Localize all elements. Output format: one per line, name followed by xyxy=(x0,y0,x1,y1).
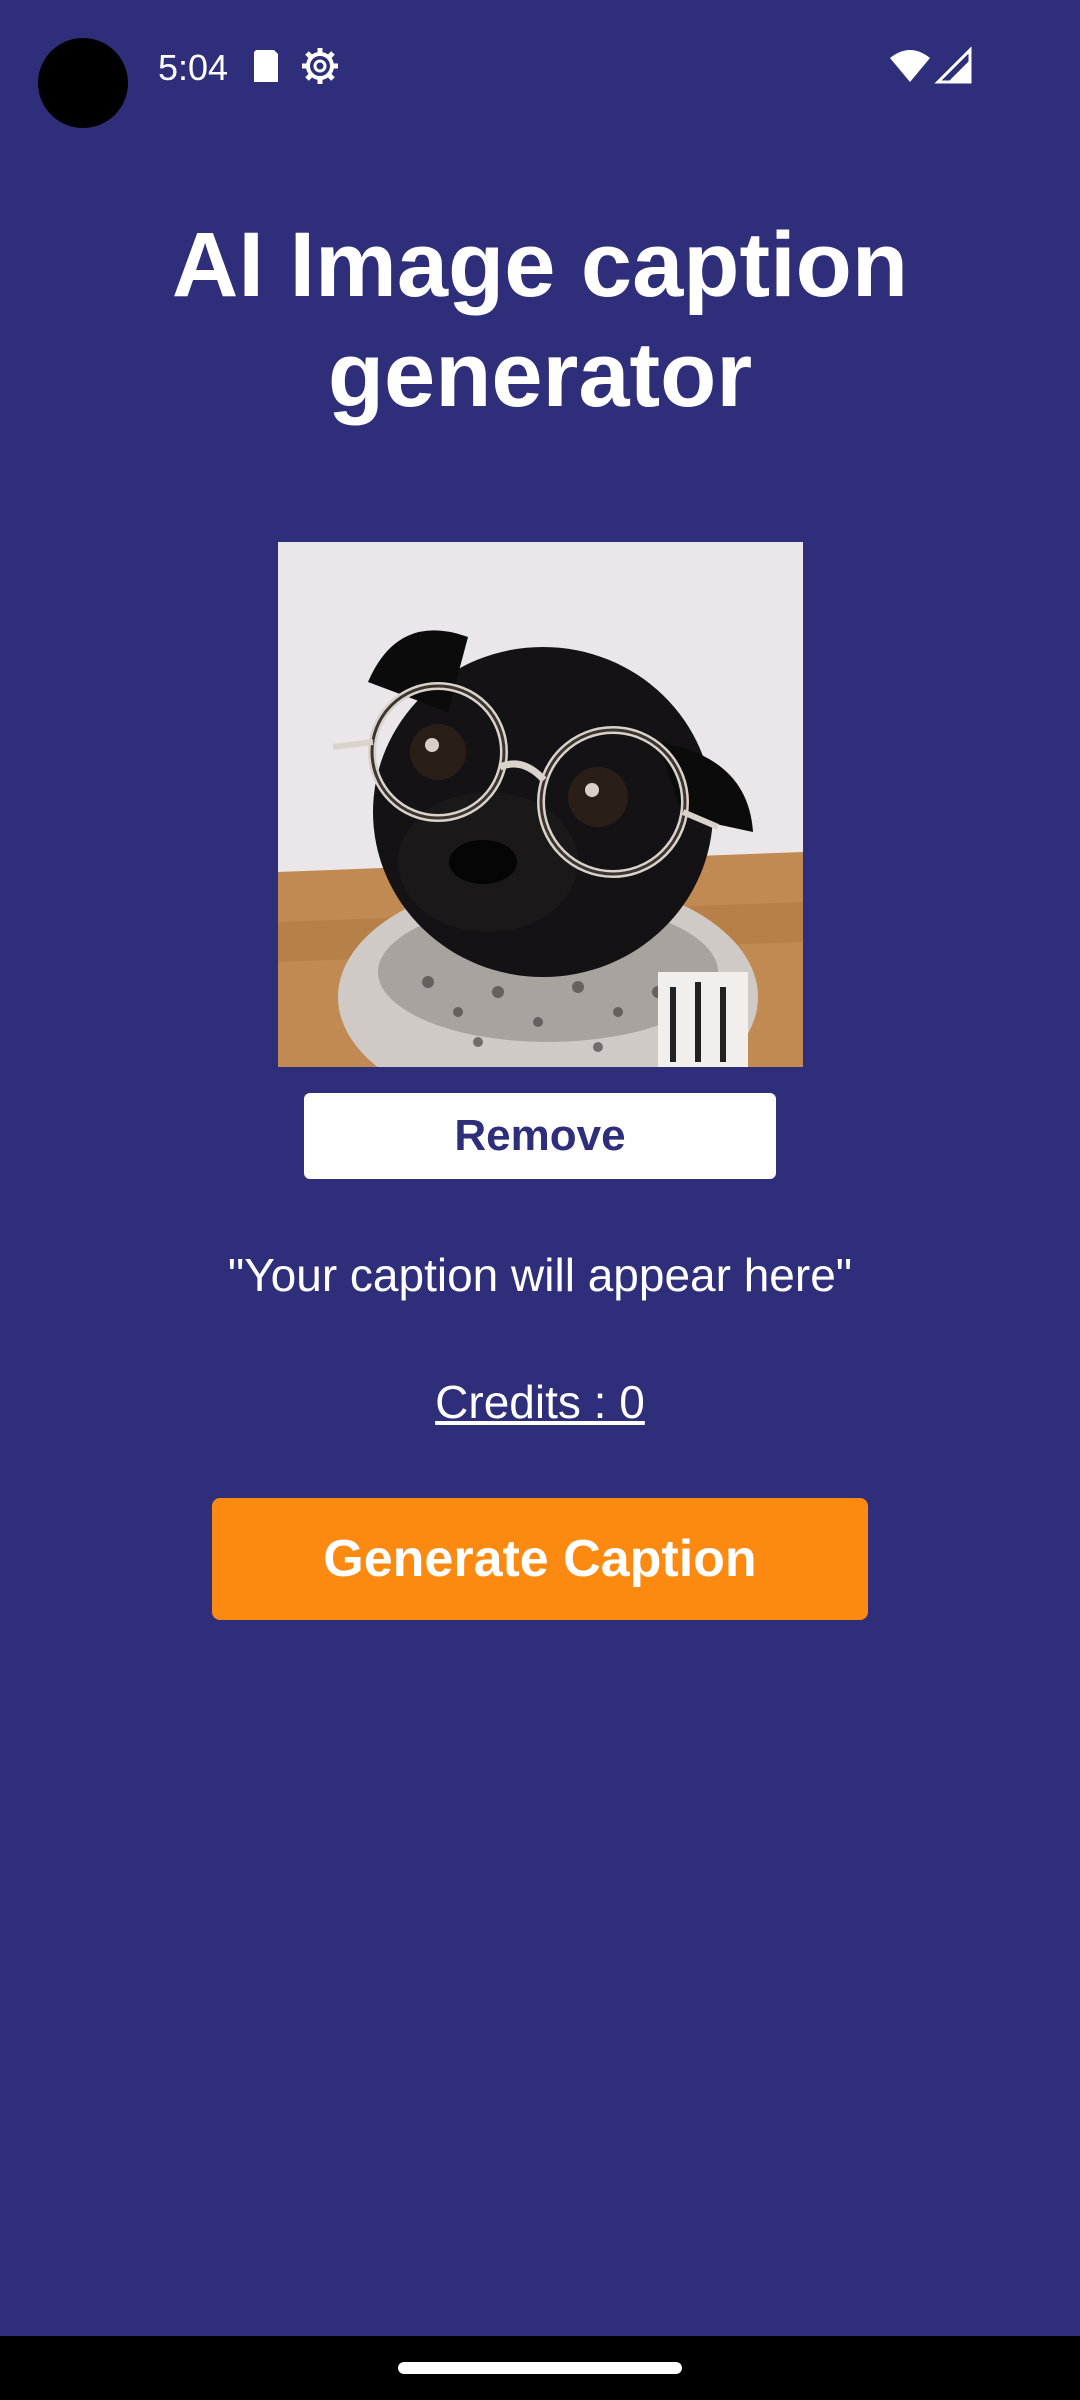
status-time: 5:04 xyxy=(158,47,229,88)
generate-caption-button[interactable]: Generate Caption xyxy=(212,1498,868,1620)
cell-signal-icon xyxy=(934,46,972,84)
navigation-bar xyxy=(0,2336,1080,2400)
selected-image xyxy=(278,542,803,1067)
camera-cutout xyxy=(38,38,128,128)
wifi-icon xyxy=(890,50,930,82)
remove-image-button[interactable]: Remove xyxy=(304,1093,776,1179)
page-title: AI Image caption generator xyxy=(171,214,909,426)
settings-icon xyxy=(302,48,338,84)
credits-link[interactable]: Credits : 0 xyxy=(290,1372,790,1432)
sd-card-icon xyxy=(254,50,278,82)
home-gesture-handle[interactable] xyxy=(398,2362,682,2374)
status-bar: 5:04 xyxy=(0,0,1080,140)
pug-photo-icon xyxy=(278,542,803,1067)
caption-output: "Your caption will appear here" xyxy=(227,1249,853,1301)
